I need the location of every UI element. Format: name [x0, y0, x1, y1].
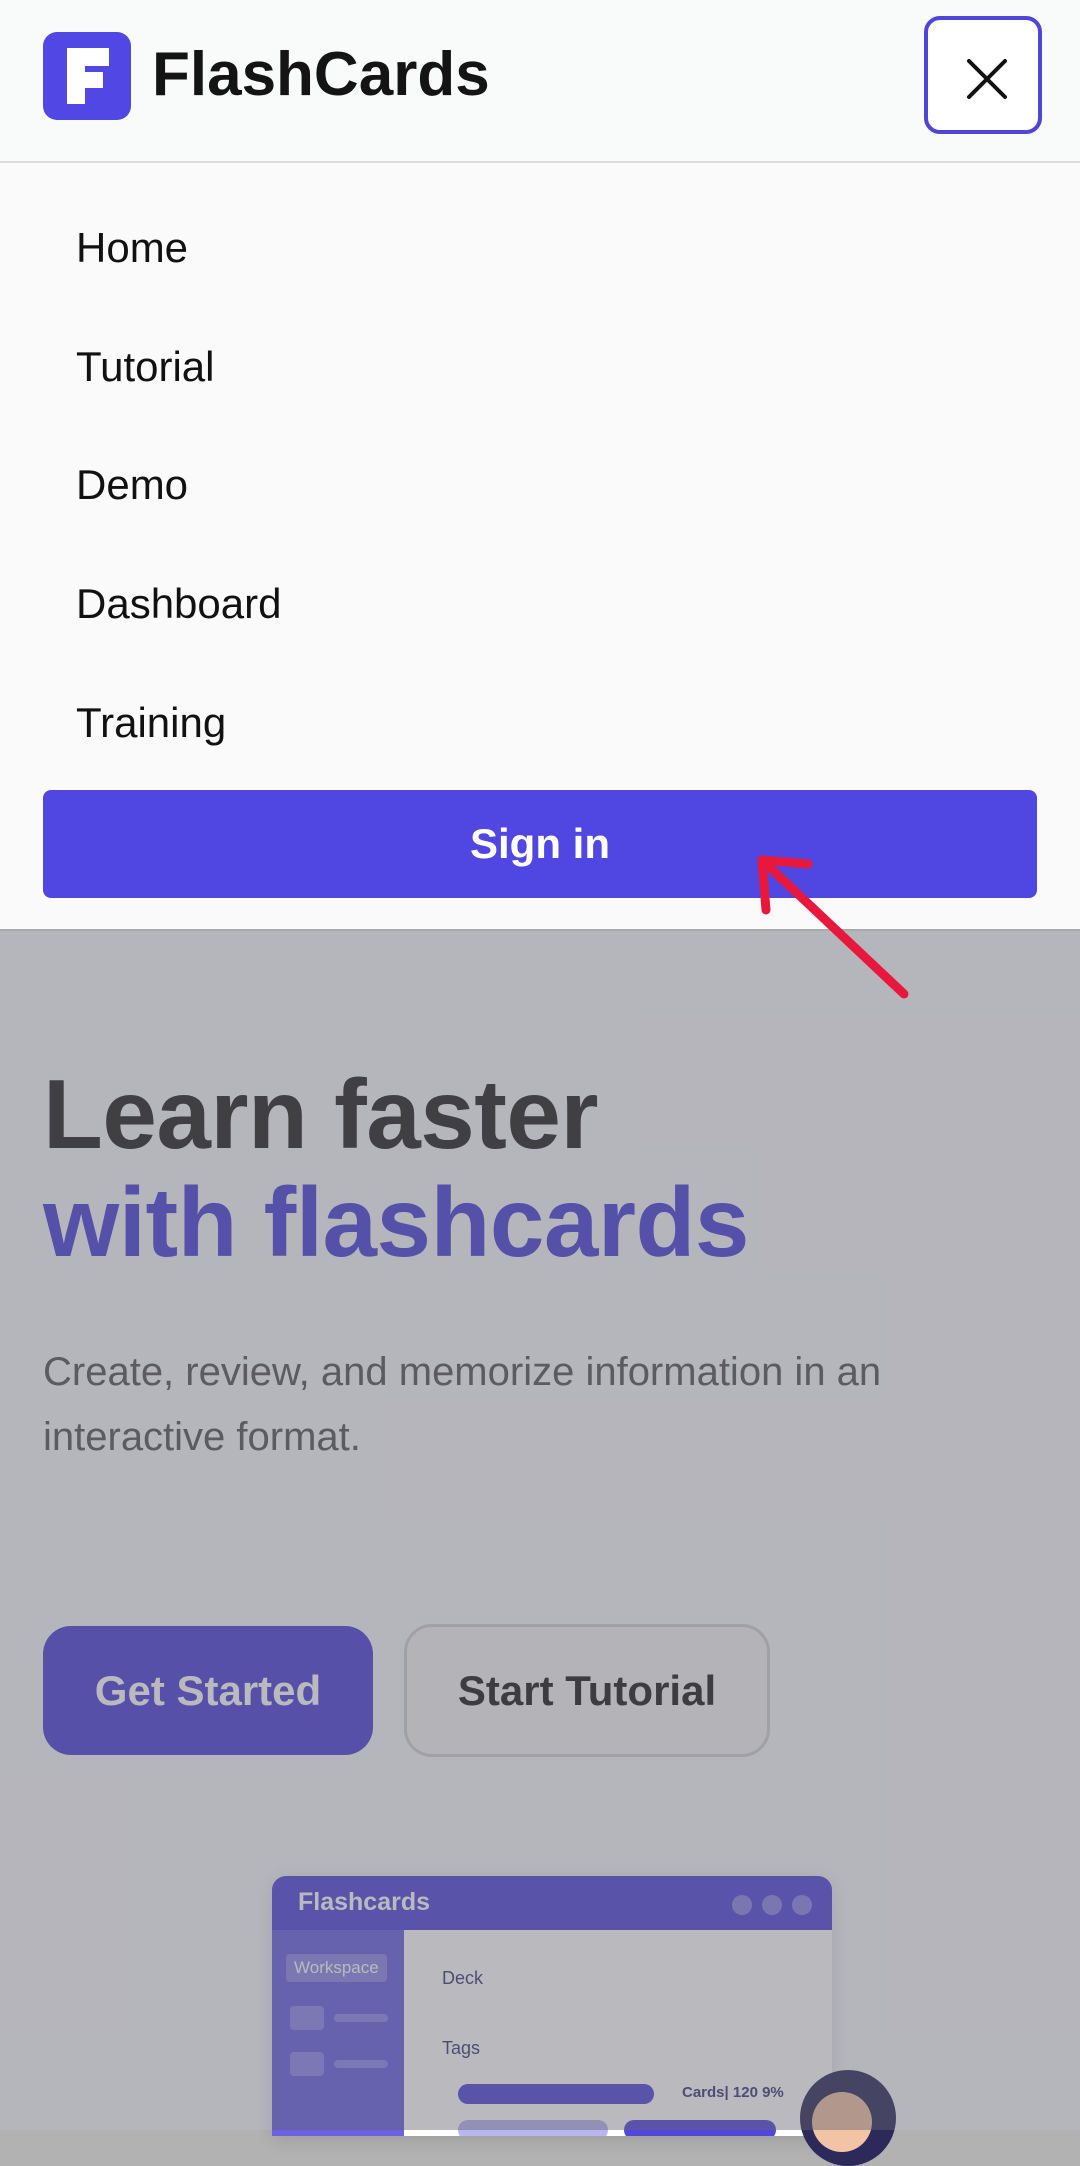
menu-item-tutorial[interactable]: Tutorial — [76, 340, 215, 394]
brand-name[interactable]: FlashCards — [152, 38, 490, 112]
top-header: FlashCards — [0, 0, 1080, 163]
arrow-annotation-icon — [757, 855, 909, 999]
menu-item-demo[interactable]: Demo — [76, 458, 188, 512]
menu-item-training[interactable]: Training — [76, 696, 226, 750]
menu-item-dashboard[interactable]: Dashboard — [76, 577, 281, 631]
flashcards-logo-icon[interactable] — [43, 32, 131, 120]
menu-backdrop-overlay[interactable] — [0, 930, 1080, 2130]
close-menu-button[interactable] — [924, 16, 1042, 134]
close-icon — [967, 59, 1007, 99]
mobile-nav-menu: Home Tutorial Demo Dashboard Training Si… — [0, 163, 1080, 931]
menu-item-home[interactable]: Home — [76, 221, 188, 275]
